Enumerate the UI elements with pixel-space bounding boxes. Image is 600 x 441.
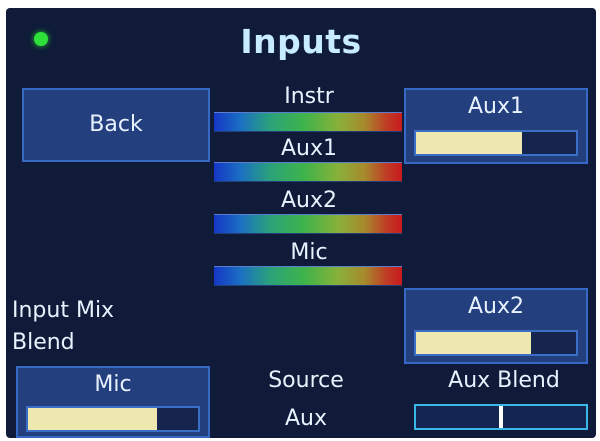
- page-title: Inputs: [240, 22, 362, 61]
- level-meter-aux1: [214, 162, 402, 182]
- meter-label-instr: Instr: [284, 84, 334, 109]
- mic-level-panel[interactable]: Mic: [16, 366, 210, 438]
- aux-blend-label: Aux Blend: [448, 368, 560, 393]
- level-meter-aux2: [214, 214, 402, 234]
- mic-level-fill: [28, 408, 158, 430]
- inputs-screen: Inputs Back Instr Aux1 Aux2 Mic Aux1 Aux…: [6, 8, 596, 438]
- meter-label-mic: Mic: [290, 240, 328, 265]
- back-button[interactable]: Back: [22, 88, 210, 162]
- source-value[interactable]: Aux: [236, 406, 376, 431]
- aux-blend-slider-handle[interactable]: [499, 406, 503, 428]
- meter-label-aux1: Aux1: [280, 136, 337, 161]
- aux2-level-panel[interactable]: Aux2: [404, 288, 588, 364]
- aux1-level-bar: [414, 130, 578, 156]
- mic-level-bar: [26, 406, 200, 432]
- level-meter-instr: [214, 112, 402, 132]
- aux1-level-fill: [416, 132, 522, 154]
- input-mix-label: Input Mix: [12, 298, 115, 323]
- source-label: Source: [268, 368, 344, 393]
- meter-label-aux2: Aux2: [280, 188, 337, 213]
- aux2-panel-label: Aux2: [467, 294, 524, 319]
- aux1-panel-label: Aux1: [467, 94, 524, 119]
- blend-label: Blend: [12, 330, 75, 355]
- aux-blend-slider[interactable]: [414, 404, 588, 430]
- aux2-level-fill: [416, 332, 532, 354]
- mic-panel-label: Mic: [94, 372, 132, 397]
- aux1-level-panel[interactable]: Aux1: [404, 88, 588, 164]
- level-meter-mic: [214, 266, 402, 286]
- aux2-level-bar: [414, 330, 578, 356]
